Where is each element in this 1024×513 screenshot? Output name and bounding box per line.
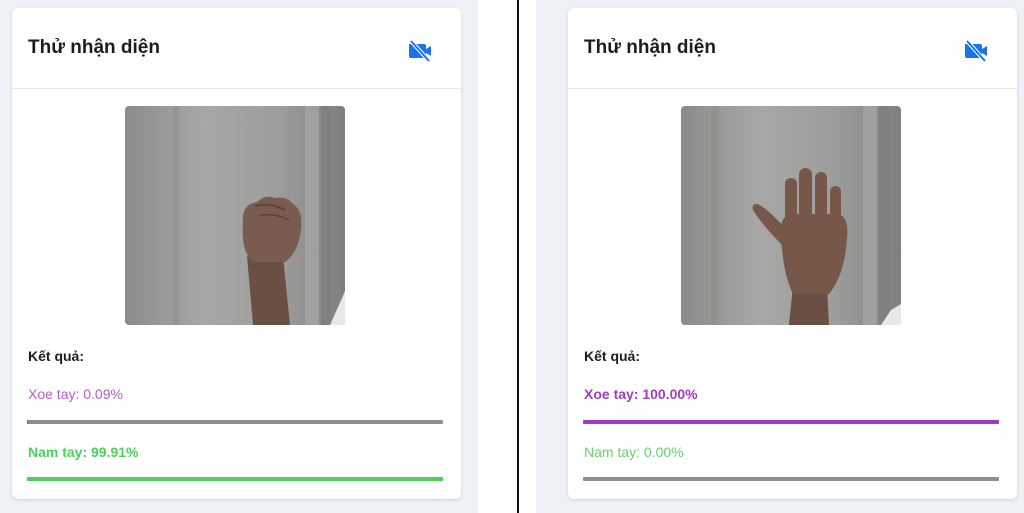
video-off-icon[interactable] [964, 39, 990, 63]
prediction-open-hand-bar [583, 420, 999, 424]
recognition-card-open-palm: Thử nhận diện Kết quả: Xoe tay: 100.00% … [568, 8, 1017, 499]
recognition-card-fist: Thử nhận diện Kết quả: Xoe tay: 0.09% Na… [12, 8, 461, 499]
card-header: Thử nhận diện [12, 8, 461, 89]
panel-divider [517, 0, 519, 513]
prediction-fist-label: Nam tay: 0.00% [584, 444, 684, 460]
prediction-fist-bar [583, 477, 999, 481]
prediction-open-hand-bar [27, 420, 443, 424]
card-title: Thử nhận diện [584, 37, 716, 58]
video-off-icon[interactable] [408, 39, 434, 63]
camera-preview [125, 106, 345, 325]
card-title: Thử nhận diện [28, 37, 160, 58]
prediction-open-hand-fill [583, 420, 999, 424]
result-label: Kết quả: [584, 348, 640, 364]
card-header: Thử nhận diện [568, 8, 1017, 89]
prediction-fist-fill [27, 477, 443, 481]
prediction-open-hand-label: Xoe tay: 0.09% [28, 386, 123, 402]
prediction-fist-label: Nam tay: 99.91% [28, 444, 139, 460]
prediction-fist-bar [27, 477, 443, 481]
prediction-open-hand-label: Xoe tay: 100.00% [584, 386, 698, 402]
camera-preview [681, 106, 901, 325]
result-label: Kết quả: [28, 348, 84, 364]
